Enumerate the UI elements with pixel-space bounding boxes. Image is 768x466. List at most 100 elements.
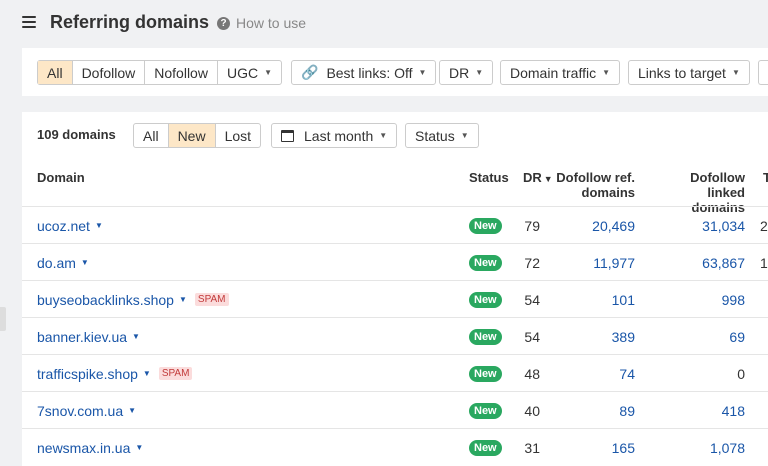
link-icon: 🔗 [301,64,319,80]
dofollow-ref-domains-value[interactable]: 89 [562,392,635,429]
domain-text: 7snov.com.ua [37,402,124,419]
chevron-down-icon: ▼ [379,131,388,140]
chevron-down-icon: ▼ [418,68,427,77]
chevron-down-icon: ▼ [128,406,137,415]
column-truncated[interactable]: T [763,170,768,185]
dofollow-linked-domains-value[interactable]: 63,867 [652,244,745,281]
table-row: newsmax.in.ua ▼ New 31 165 1,078 [22,429,768,466]
column-dr[interactable]: DR ▼ [523,170,553,187]
dofollow-linked-domains-value[interactable]: 69 [652,318,745,355]
more-filters-dropdown[interactable] [758,60,768,85]
link-type-dofollow[interactable]: Dofollow [73,61,146,84]
domain-text: banner.kiev.ua [37,328,128,345]
tab-all[interactable]: All [134,124,169,147]
domain-link[interactable]: buyseobacklinks.shop ▼ SPAM [37,281,229,318]
domain-text: ucoz.net [37,217,90,234]
status-cell: New [469,244,502,281]
truncated-value: 2 [760,217,768,234]
status-badge: New [469,402,502,419]
sort-down-icon: ▼ [543,174,553,184]
status-badge: New [469,217,502,234]
domain-text: buyseobacklinks.shop [37,291,174,308]
status-dropdown[interactable]: Status ▼ [405,123,479,148]
dofollow-linked-domains-value[interactable]: 998 [652,281,745,318]
dofollow-ref-domains-value[interactable]: 11,977 [562,244,635,281]
chevron-down-icon: ▼ [602,68,611,77]
domain-link[interactable]: do.am ▼ [37,244,89,281]
status-dropdown-label: Status [415,127,455,144]
dr-value: 31 [524,439,540,456]
chevron-down-icon: ▼ [460,131,469,140]
calendar-icon [281,129,294,142]
dofollow-ref-domains-value[interactable]: 20,469 [562,207,635,244]
domain-link[interactable]: 7snov.com.ua ▼ [37,392,136,429]
domain-text: newsmax.in.ua [37,439,131,456]
dof-ref-header-1: Dofollow ref. [556,170,635,185]
best-links-label: Best links: Off [326,64,413,81]
domain-link[interactable]: trafficspike.shop ▼ SPAM [37,355,193,392]
link-type-ugc[interactable]: UGC ▼ [218,61,281,84]
link-type-nofollow[interactable]: Nofollow [145,61,218,84]
chevron-down-icon: ▼ [264,68,273,77]
dof-linked-header-1: Dofollow linked [690,170,745,200]
best-links-dropdown[interactable]: 🔗 Best links: Off ▼ [291,60,437,85]
spam-badge: SPAM [158,367,193,380]
period-dropdown[interactable]: Last month ▼ [271,123,398,148]
ugc-label: UGC [226,64,259,81]
dofollow-ref-domains-value[interactable]: 389 [562,318,635,355]
domain-link[interactable]: banner.kiev.ua ▼ [37,318,140,355]
domain-traffic-dropdown[interactable]: Domain traffic ▼ [500,60,621,85]
chevron-down-icon: ▼ [94,221,103,230]
dr-header-label: DR [523,170,542,185]
dofollow-ref-domains-value[interactable]: 101 [562,281,635,318]
domain-link[interactable]: ucoz.net ▼ [37,207,103,244]
chevron-down-icon: ▼ [475,68,484,77]
dofollow-ref-domains-value[interactable]: 74 [562,355,635,392]
how-to-use-link[interactable]: ? How to use [217,15,306,31]
scroll-handle[interactable] [0,307,6,331]
domain-text: do.am [37,254,76,271]
table-row: ucoz.net ▼ New 79 20,469 31,034 2 [22,207,768,244]
link-type-all[interactable]: All [38,61,73,84]
domain-text: trafficspike.shop [37,365,138,382]
dr-value: 79 [524,217,540,234]
dofollow-linked-domains-value[interactable]: 418 [652,392,745,429]
status-badge: New [469,328,502,345]
table-row: buyseobacklinks.shop ▼ SPAM New 54 101 998 [22,281,768,318]
table-row: 7snov.com.ua ▼ New 40 89 418 [22,392,768,429]
column-domain[interactable]: Domain [37,170,85,185]
filter-bar: All Dofollow Nofollow UGC ▼ 🔗 Best links:… [22,48,768,96]
status-cell: New [469,429,502,466]
links-to-target-label: Links to target [638,64,726,81]
tab-new[interactable]: New [168,124,216,147]
column-dofollow-ref-domains[interactable]: Dofollow ref. domains [555,170,635,200]
status-badge: New [469,291,502,308]
dof-ref-header-2: domains [581,185,635,200]
how-to-use-label: How to use [236,15,307,31]
dr-dropdown[interactable]: DR ▼ [439,60,494,85]
chevron-down-icon: ▼ [178,295,187,304]
table-row: banner.kiev.ua ▼ New 54 389 69 [22,318,768,355]
status-badge: New [469,365,502,382]
dr-value: 40 [524,402,540,419]
dr-value: 48 [524,365,540,382]
dr-label: DR [449,64,470,81]
tab-lost[interactable]: Lost [216,124,260,147]
dofollow-linked-domains-value: 0 [737,365,745,382]
top-bar: Referring domains ? How to use [0,0,768,46]
status-badge: New [469,254,502,271]
menu-icon[interactable] [22,16,36,28]
dofollow-ref-domains-value[interactable]: 165 [562,429,635,466]
truncated-value: 1 [760,254,768,271]
dofollow-linked-domains-value[interactable]: 1,078 [652,429,745,466]
domain-link[interactable]: newsmax.in.ua ▼ [37,429,143,466]
status-badge: New [469,439,502,456]
chevron-down-icon: ▼ [731,68,740,77]
dofollow-linked-domains-value[interactable]: 31,034 [652,207,745,244]
page-title: Referring domains [50,12,210,32]
column-status[interactable]: Status [469,170,509,185]
help-icon: ? [217,16,230,30]
status-cell: New [469,392,502,429]
links-to-target-dropdown[interactable]: Links to target ▼ [628,60,750,85]
dr-value: 54 [524,328,540,345]
